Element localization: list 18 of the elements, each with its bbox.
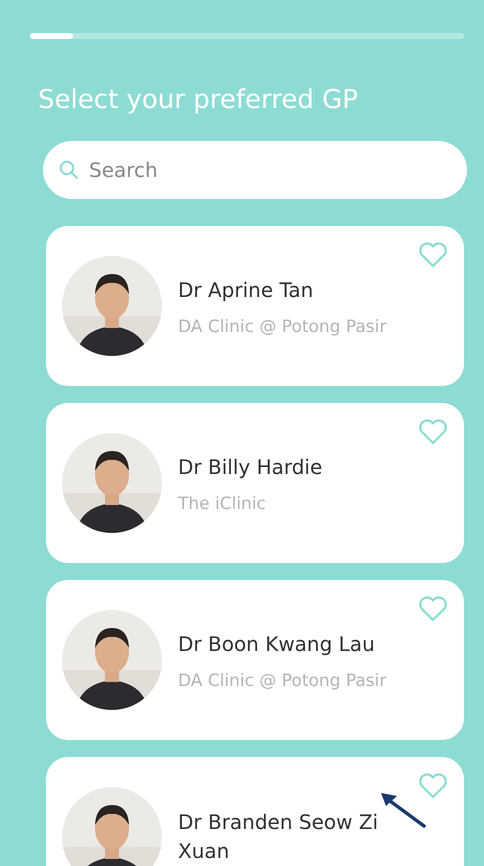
clinic-name: DA Clinic @ Potong Pasir xyxy=(178,316,386,336)
doctor-name: Dr Boon Kwang Lau xyxy=(178,630,376,658)
heart-icon[interactable] xyxy=(418,419,448,445)
doctor-card[interactable]: Dr Aprine Tan DA Clinic @ Potong Pasir xyxy=(46,226,464,386)
page-title: Select your preferred GP xyxy=(38,85,359,115)
search-field[interactable]: Search xyxy=(43,141,467,199)
doctor-card[interactable]: Dr Branden Seow Zi Xuan xyxy=(46,757,464,866)
heart-icon[interactable] xyxy=(418,773,448,799)
doctor-name: Dr Branden Seow Zi Xuan xyxy=(178,809,380,865)
doctor-card[interactable]: Dr Boon Kwang Lau DA Clinic @ Potong Pasir xyxy=(46,580,464,740)
heart-icon[interactable] xyxy=(418,242,448,268)
clinic-name: DA Clinic @ Potong Pasir xyxy=(178,670,386,690)
clinic-name: The iClinic xyxy=(178,494,267,514)
arrow-icon xyxy=(378,790,428,830)
heart-icon[interactable] xyxy=(418,596,448,622)
doctor-card[interactable]: Dr Billy Hardie The iClinic xyxy=(46,403,464,563)
doctor-name: Dr Aprine Tan xyxy=(178,276,314,304)
doctor-name: Dr Billy Hardie xyxy=(178,454,322,480)
